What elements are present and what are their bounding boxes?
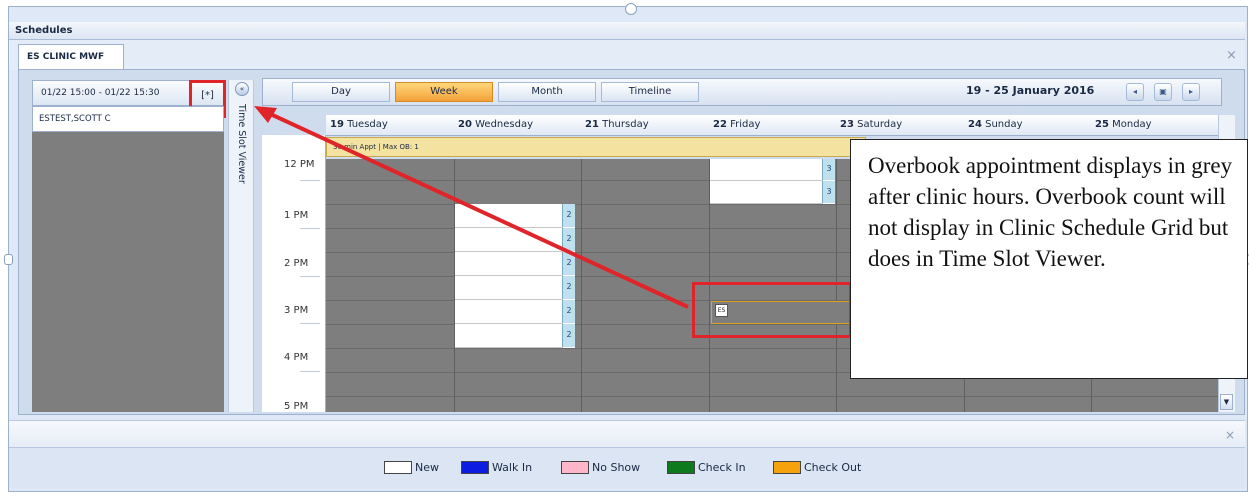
next-week-icon[interactable]: ▸	[1182, 83, 1200, 101]
overbook-marker-text: [*]	[201, 90, 214, 101]
legend-item-check-in: Check In	[667, 458, 746, 476]
time-label: 4 PM	[284, 352, 309, 363]
date-range-label: 19 - 25 January 2016	[966, 84, 1095, 97]
day-header-wednesday[interactable]: 20 Wednesday	[454, 115, 581, 135]
annotation-callout: Overbook appointment displays in grey af…	[850, 139, 1248, 379]
appointment-highlight-box	[692, 282, 852, 338]
day-header-thursday[interactable]: 21 Thursday	[581, 115, 709, 135]
prev-week-icon[interactable]: ◂	[1126, 83, 1144, 101]
slot-list-body	[32, 132, 224, 412]
time-label: 5 PM	[284, 401, 309, 412]
friday-open-slot[interactable]	[710, 181, 822, 204]
day-header-tuesday[interactable]: 19 Tuesday	[326, 115, 454, 135]
legend-swatch-icon	[667, 460, 695, 474]
wednesday-open-slot[interactable]	[455, 324, 562, 348]
time-tick	[300, 276, 320, 277]
wednesday-slot-count: 2	[562, 276, 575, 300]
time-tick	[300, 228, 320, 229]
resize-handle-left[interactable]	[4, 254, 13, 265]
legend-item-walk-in: Walk In	[461, 458, 532, 476]
wednesday-slot-count: 2	[562, 204, 575, 228]
tab-close-icon[interactable]: ×	[1226, 48, 1237, 63]
window-title: Schedules	[9, 22, 1245, 40]
wednesday-slot-count: 2	[562, 324, 575, 348]
wednesday-slot-count: 2	[562, 252, 575, 276]
wednesday-slot-count: 2	[562, 300, 575, 324]
wednesday-open-slot[interactable]	[455, 204, 562, 228]
scroll-down-icon[interactable]: ▼	[1220, 394, 1233, 410]
view-timeline-button[interactable]: Timeline	[601, 82, 699, 102]
time-tick	[300, 180, 320, 181]
allday-banner[interactable]: 30 min Appt | Max OB: 1	[326, 137, 866, 157]
legend-item-check-out: Check Out	[773, 458, 861, 476]
wednesday-open-slot[interactable]	[455, 276, 562, 300]
tab-es-clinic-mwf[interactable]: ES CLINIC MWF	[18, 44, 124, 70]
legend-item-no-show: No Show	[561, 458, 640, 476]
today-icon[interactable]: ▣	[1154, 83, 1172, 101]
collapse-viewer-icon[interactable]: «	[235, 82, 249, 96]
grid-line	[326, 396, 1218, 397]
day-header-sunday[interactable]: 24 Sunday	[964, 115, 1091, 135]
friday-open-slot[interactable]	[710, 159, 822, 181]
legend-item-new: New	[384, 458, 439, 476]
day-header-monday[interactable]: 25 Monday	[1091, 115, 1218, 135]
wednesday-open-slot[interactable]	[455, 300, 562, 324]
time-tick	[300, 323, 320, 324]
bottom-close-icon[interactable]: ×	[1225, 428, 1235, 442]
day-header-saturday[interactable]: 23 Saturday	[836, 115, 964, 135]
wednesday-open-slot[interactable]	[455, 228, 562, 252]
friday-slot-count: 3	[822, 159, 835, 181]
time-label: 3 PM	[284, 305, 309, 316]
legend-swatch-icon	[773, 460, 801, 474]
wednesday-open-slot[interactable]	[455, 252, 562, 276]
time-label: 12 PM	[284, 159, 315, 170]
day-header-friday[interactable]: 22 Friday	[709, 115, 836, 135]
view-month-button[interactable]: Month	[498, 82, 596, 102]
resize-handle-top[interactable]	[625, 3, 637, 15]
view-week-button[interactable]: Week	[395, 82, 493, 102]
legend-swatch-icon	[561, 460, 589, 474]
time-label: 2 PM	[284, 258, 309, 269]
tab-strip	[9, 40, 1245, 70]
legend-swatch-icon	[461, 460, 489, 474]
time-label: 1 PM	[284, 210, 309, 221]
time-tick	[300, 371, 320, 372]
bottom-status-bar	[9, 420, 1245, 448]
friday-slot-count: 3	[822, 181, 835, 204]
grid-column-line	[581, 159, 582, 412]
slot-patient-row[interactable]: ESTEST,SCOTT C	[32, 106, 224, 132]
legend-swatch-icon	[384, 460, 412, 474]
time-slot-viewer-label: Time Slot Viewer	[236, 104, 247, 184]
view-day-button[interactable]: Day	[292, 82, 390, 102]
wednesday-slot-count: 2	[562, 228, 575, 252]
